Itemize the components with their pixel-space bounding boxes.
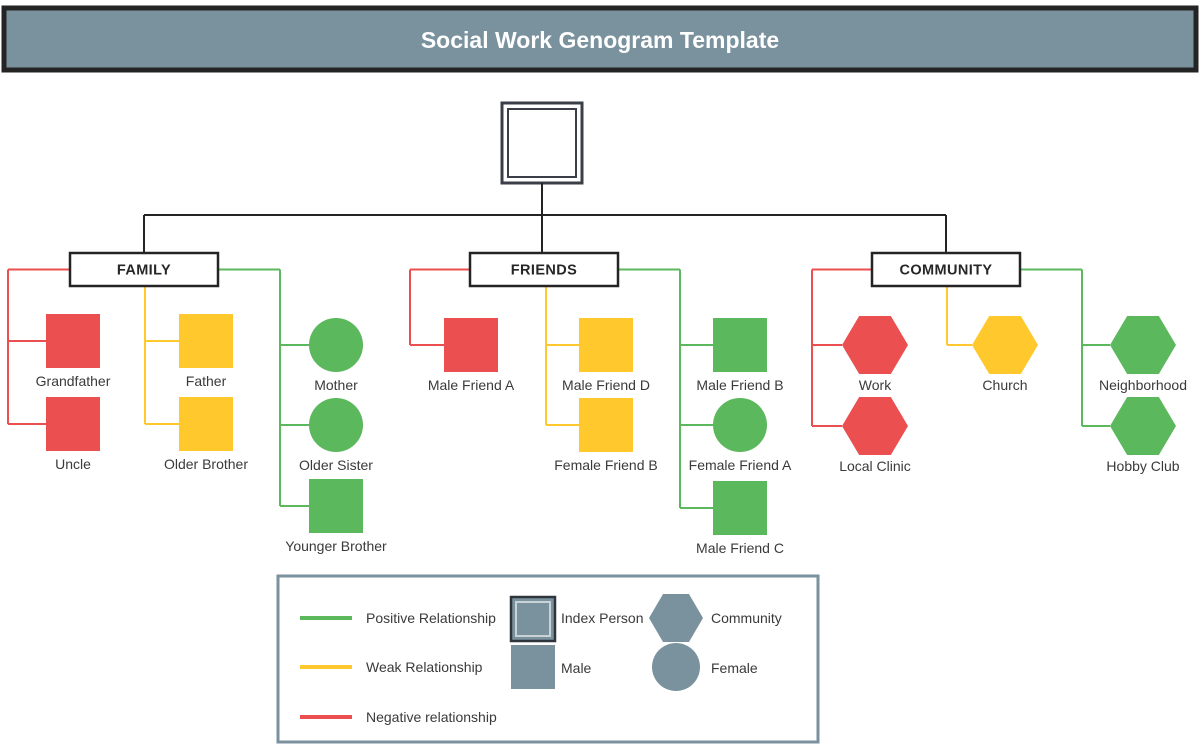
legend-label-community: Community [711,610,782,626]
node-older-brother-label: Older Brother [164,456,248,472]
index-person-inner-square [507,108,577,178]
category-label-family: FAMILY [117,263,171,279]
node-uncle-label: Uncle [55,456,91,472]
legend-label-negative-relationship: Negative relationship [366,709,497,725]
category-label-friends: FRIENDS [511,263,577,279]
node-father-square[interactable] [179,314,233,368]
node-neighborhood-hexagon[interactable] [1110,316,1176,374]
node-grandfather-label: Grandfather [36,373,111,389]
node-mother-circle[interactable] [309,318,363,372]
node-female-friend-b-square[interactable] [579,398,633,452]
legend-label-positive-relationship: Positive Relationship [366,610,496,626]
category-label-community: COMMUNITY [899,263,992,279]
node-work-hexagon[interactable] [842,316,908,374]
legend-label-index-person: Index Person [561,610,644,626]
node-older-sister-label: Older Sister [299,457,373,473]
node-male-friend-a-square[interactable] [444,318,498,372]
node-work-label: Work [859,377,892,393]
node-younger-brother-label: Younger Brother [285,538,387,554]
node-mother-label: Mother [314,377,358,393]
legend-label-male: Male [561,660,592,676]
node-male-friend-c-square[interactable] [713,481,767,535]
node-younger-brother-square[interactable] [309,479,363,533]
legend-shape-male-square [511,645,555,689]
node-older-sister-circle[interactable] [309,398,363,452]
genogram-canvas: Social Work Genogram Template Grandfather… [0,0,1200,748]
node-male-friend-a-label: Male Friend A [428,377,515,393]
node-female-friend-b-label: Female Friend B [554,457,657,473]
node-male-friend-d-label: Male Friend D [562,377,650,393]
node-hobby-club-hexagon[interactable] [1110,397,1176,455]
genogram-svg: Social Work Genogram Template Grandfather… [1,5,1199,744]
node-male-friend-b-label: Male Friend B [696,377,783,393]
node-local-clinic-label: Local Clinic [839,458,911,474]
node-male-friend-b-square[interactable] [713,318,767,372]
legend-shape-index-person-inner [515,601,551,637]
node-neighborhood-label: Neighborhood [1099,377,1187,393]
page-title: Social Work Genogram Template [421,27,779,53]
node-male-friend-c-label: Male Friend C [696,540,784,556]
legend-shape-female-circle [652,643,700,691]
node-uncle-square[interactable] [46,397,100,451]
node-church-hexagon[interactable] [972,316,1038,374]
node-female-friend-a-label: Female Friend A [689,457,792,473]
node-father-label: Father [186,373,227,389]
node-male-friend-d-square[interactable] [579,318,633,372]
legend-label-weak-relationship: Weak Relationship [366,659,483,675]
node-church-label: Church [982,377,1027,393]
node-hobby-club-label: Hobby Club [1106,458,1179,474]
node-older-brother-square[interactable] [179,397,233,451]
node-female-friend-a-circle[interactable] [713,398,767,452]
node-grandfather-square[interactable] [46,314,100,368]
node-local-clinic-hexagon[interactable] [842,397,908,455]
legend-label-female: Female [711,660,758,676]
